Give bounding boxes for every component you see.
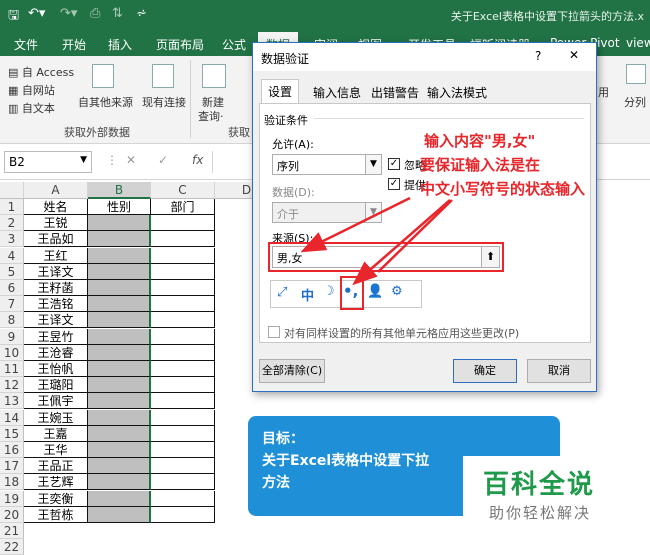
- goal-label: 目标：: [262, 431, 304, 447]
- arrow-to-punctuation: [352, 199, 451, 286]
- arrow-stroke: [377, 199, 453, 273]
- logo-subtitle: 助你轻松解决: [489, 504, 592, 522]
- watermark-logo: 百科全说 助你轻松解决: [463, 456, 623, 534]
- arrow-to-source: [300, 196, 411, 253]
- logo-title: 百科全说: [483, 470, 596, 500]
